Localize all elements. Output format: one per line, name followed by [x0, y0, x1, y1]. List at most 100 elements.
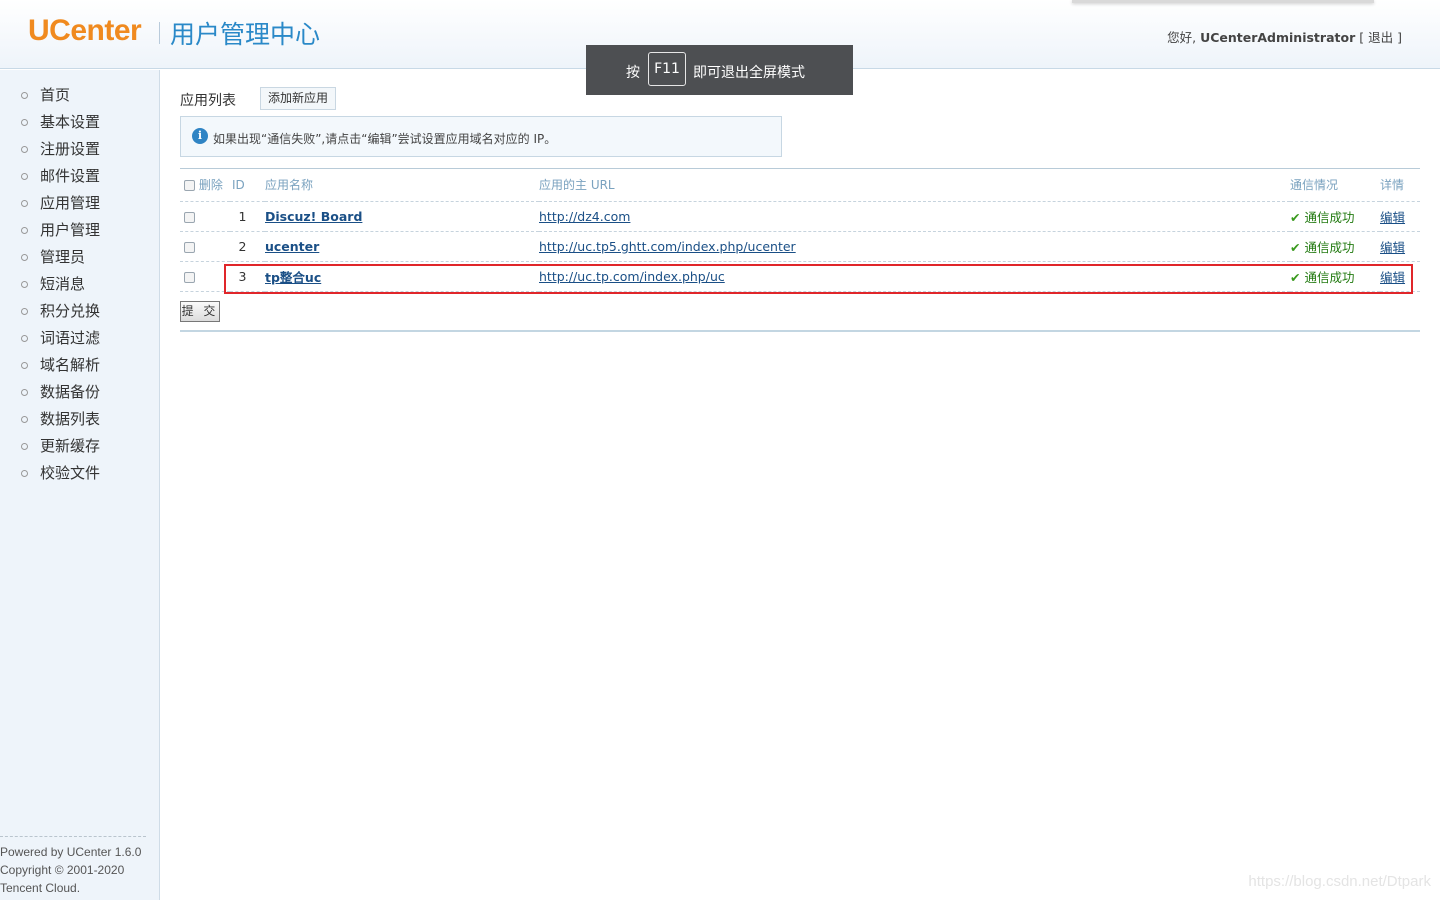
app-id: 2: [230, 231, 265, 262]
sidebar-item-home[interactable]: 首页: [0, 83, 159, 110]
sidebar-item-label: 域名解析: [40, 356, 101, 374]
header-id: ID: [230, 169, 265, 202]
header-name: 应用名称: [265, 169, 539, 202]
bullet-icon: [21, 470, 28, 477]
sidebar-item-messages[interactable]: 短消息: [0, 272, 159, 299]
bullet-icon: [21, 335, 28, 342]
bracket-open: [: [1359, 30, 1365, 45]
submit-button[interactable]: 提 交: [180, 301, 220, 322]
app-id: 1: [230, 201, 265, 232]
header-status: 通信情况: [1290, 169, 1380, 202]
sidebar-item-label: 首页: [40, 86, 71, 104]
header-delete: 删除: [180, 169, 230, 202]
browser-top-bar: [1072, 0, 1374, 3]
hint-suffix: 即可退出全屏模式: [693, 65, 805, 81]
bullet-icon: [21, 308, 28, 315]
table-header-row: 删除 ID 应用名称 应用的主 URL 通信情况 详情: [180, 169, 1420, 202]
bullet-icon: [21, 119, 28, 126]
sidebar-item-label: 数据列表: [40, 410, 101, 428]
username: UCenterAdministrator: [1200, 30, 1356, 45]
sidebar-item-label: 注册设置: [40, 140, 101, 158]
bullet-icon: [21, 281, 28, 288]
sidebar-item-label: 数据备份: [40, 383, 101, 401]
greeting: 您好,: [1167, 30, 1197, 45]
delete-label: 删除: [198, 178, 223, 193]
sidebar-item-domain-resolution[interactable]: 域名解析: [0, 353, 159, 380]
bullet-icon: [21, 200, 28, 207]
sidebar-item-app-management[interactable]: 应用管理: [0, 191, 159, 218]
table-bottom-divider: [180, 330, 1420, 332]
header-url: 应用的主 URL: [539, 169, 1290, 202]
sidebar-item-data-backup[interactable]: 数据备份: [0, 380, 159, 407]
bullet-icon: [21, 416, 28, 423]
bullet-icon: [21, 254, 28, 261]
sidebar-item-word-filter[interactable]: 词语过滤: [0, 326, 159, 353]
bullet-icon: [21, 173, 28, 180]
table-row: 1 Discuz! Board http://dz4.com ✔ 通信成功 编辑: [180, 201, 1420, 232]
sidebar-item-label: 校验文件: [40, 464, 101, 482]
app-url-link[interactable]: http://dz4.com: [539, 209, 630, 224]
sidebar-item-label: 积分兑换: [40, 302, 101, 320]
table-row: 2 ucenter http://uc.tp5.ghtt.com/index.p…: [180, 231, 1420, 262]
sidebar-item-admins[interactable]: 管理员: [0, 245, 159, 272]
check-icon: ✔: [1290, 209, 1301, 225]
app-name-link[interactable]: Discuz! Board: [265, 209, 362, 224]
logo: UCenter: [28, 14, 142, 47]
company: Tencent Cloud.: [0, 881, 81, 895]
sidebar-item-label: 短消息: [40, 275, 86, 293]
bullet-icon: [21, 227, 28, 234]
row-checkbox[interactable]: [184, 271, 195, 283]
highlight-box: [224, 264, 1413, 294]
header-detail: 详情: [1380, 169, 1420, 202]
add-app-button[interactable]: 添加新应用: [260, 87, 336, 110]
bullet-icon: [21, 146, 28, 153]
sidebar-item-basic-settings[interactable]: 基本设置: [0, 110, 159, 137]
sidebar-item-data-list[interactable]: 数据列表: [0, 407, 159, 434]
powered-by: Powered by UCenter 1.6.0: [0, 845, 142, 859]
info-notice: i 如果出现“通信失败”,请点击“编辑”尝试设置应用域名对应的 IP。: [180, 116, 782, 157]
bullet-icon: [21, 443, 28, 450]
sidebar-item-label: 管理员: [40, 248, 86, 266]
hint-prefix: 按: [626, 65, 640, 81]
sidebar-item-verify-files[interactable]: 校验文件: [0, 461, 159, 488]
info-icon: i: [192, 128, 208, 144]
row-checkbox[interactable]: [184, 211, 195, 223]
sidebar-nav: 首页 基本设置 注册设置 邮件设置 应用管理 用户管理 管理员 短消息 积分兑换…: [0, 83, 159, 488]
bullet-icon: [21, 92, 28, 99]
copyright: Copyright © 2001-2020: [0, 863, 125, 877]
watermark: https://blog.csdn.net/Dtpark: [1248, 873, 1431, 890]
user-info: 您好, UCenterAdministrator [ 退出 ]: [1167, 27, 1402, 46]
sidebar-item-label: 词语过滤: [40, 329, 101, 347]
edit-link[interactable]: 编辑: [1380, 240, 1405, 255]
sidebar-item-mail-settings[interactable]: 邮件设置: [0, 164, 159, 191]
sidebar-item-credit-exchange[interactable]: 积分兑换: [0, 299, 159, 326]
bracket-close: ]: [1397, 30, 1402, 45]
sidebar-item-update-cache[interactable]: 更新缓存: [0, 434, 159, 461]
select-all-checkbox[interactable]: [184, 180, 195, 192]
sidebar-item-label: 基本设置: [40, 113, 101, 131]
sidebar: 首页 基本设置 注册设置 邮件设置 应用管理 用户管理 管理员 短消息 积分兑换…: [0, 70, 160, 900]
sidebar-item-label: 用户管理: [40, 221, 101, 239]
sidebar-footer: Powered by UCenter 1.6.0 Copyright © 200…: [0, 836, 146, 897]
app-name-link[interactable]: ucenter: [265, 239, 319, 254]
status-text: 通信成功: [1304, 239, 1355, 255]
bullet-icon: [21, 362, 28, 369]
sidebar-item-user-management[interactable]: 用户管理: [0, 218, 159, 245]
app-subtitle: 用户管理中心: [170, 20, 321, 49]
fullscreen-exit-hint: 按 F11 即可退出全屏模式: [586, 45, 853, 95]
edit-link[interactable]: 编辑: [1380, 210, 1405, 225]
bullet-icon: [21, 389, 28, 396]
check-icon: ✔: [1290, 239, 1301, 255]
sidebar-item-label: 邮件设置: [40, 167, 101, 185]
logo-separator: [159, 22, 160, 44]
sidebar-item-label: 应用管理: [40, 194, 101, 212]
sidebar-item-label: 更新缓存: [40, 437, 101, 455]
logout-link[interactable]: 退出: [1368, 30, 1393, 45]
page-title: 应用列表: [180, 93, 236, 109]
notice-text: 如果出现“通信失败”,请点击“编辑”尝试设置应用域名对应的 IP。: [213, 132, 557, 146]
status-text: 通信成功: [1304, 209, 1355, 225]
f11-key: F11: [648, 52, 686, 86]
app-url-link[interactable]: http://uc.tp5.ghtt.com/index.php/ucenter: [539, 239, 796, 254]
sidebar-item-register-settings[interactable]: 注册设置: [0, 137, 159, 164]
row-checkbox[interactable]: [184, 241, 195, 253]
